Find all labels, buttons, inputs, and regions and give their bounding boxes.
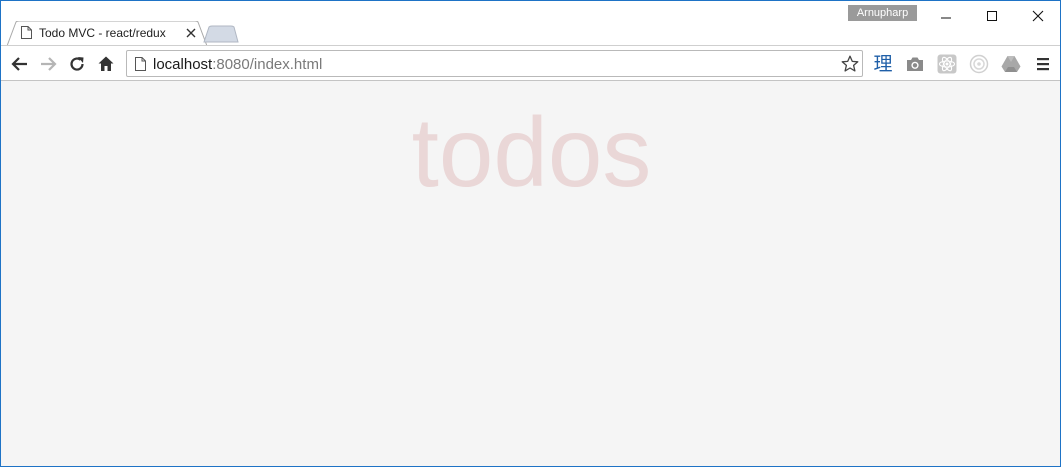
maximize-icon <box>987 11 997 21</box>
google-drive-button[interactable] <box>1001 54 1021 74</box>
maximize-button[interactable] <box>969 1 1015 31</box>
browser-toolbar: localhost:8080/index.html 理 <box>1 45 1060 81</box>
page-content: todos <box>1 81 1060 466</box>
reload-icon <box>70 57 84 71</box>
chrome-menu-icon <box>1037 58 1049 71</box>
close-window-button[interactable] <box>1015 1 1060 31</box>
react-devtools-button[interactable] <box>937 54 957 74</box>
minimize-icon <box>941 17 951 19</box>
forward-button[interactable] <box>38 54 58 74</box>
close-icon <box>1032 10 1044 22</box>
chrome-menu-button[interactable] <box>1033 54 1053 74</box>
page-icon <box>135 57 146 71</box>
new-tab-button[interactable] <box>203 25 239 43</box>
camera-extension-icon <box>907 57 923 71</box>
back-button[interactable] <box>10 54 30 74</box>
dictionary-extension-button[interactable]: 理 <box>873 54 893 74</box>
disabled-extension-button[interactable] <box>969 54 989 74</box>
dictionary-extension-icon: 理 <box>873 53 893 75</box>
profile-badge[interactable]: Arnupharp <box>848 5 917 21</box>
tab-close-icon[interactable] <box>185 27 197 39</box>
tab-title: Todo MVC - react/redux <box>39 26 166 40</box>
address-bar[interactable]: localhost:8080/index.html <box>126 50 863 77</box>
page-icon <box>21 26 32 39</box>
browser-window: Arnupharp Todo MVC - react/redux localho… <box>0 0 1061 467</box>
home-icon <box>98 56 114 71</box>
react-devtools-icon <box>937 54 957 74</box>
url-text[interactable]: localhost:8080/index.html <box>153 56 322 73</box>
minimize-button[interactable] <box>923 1 969 31</box>
home-button[interactable] <box>96 54 116 74</box>
tab-todo-mvc[interactable]: Todo MVC - react/redux <box>7 21 207 46</box>
title-bar: Arnupharp Todo MVC - react/redux <box>1 1 1060 46</box>
url-path: :8080/index.html <box>212 56 323 73</box>
camera-extension-button[interactable] <box>905 54 925 74</box>
forward-arrow-icon <box>41 57 57 71</box>
url-host: localhost <box>153 56 213 73</box>
disabled-extension-icon <box>969 54 989 74</box>
google-drive-icon <box>1001 56 1021 72</box>
app-title: todos <box>411 97 652 207</box>
reload-button[interactable] <box>67 54 87 74</box>
bookmark-star-icon[interactable] <box>841 55 859 73</box>
back-arrow-icon <box>11 57 27 71</box>
